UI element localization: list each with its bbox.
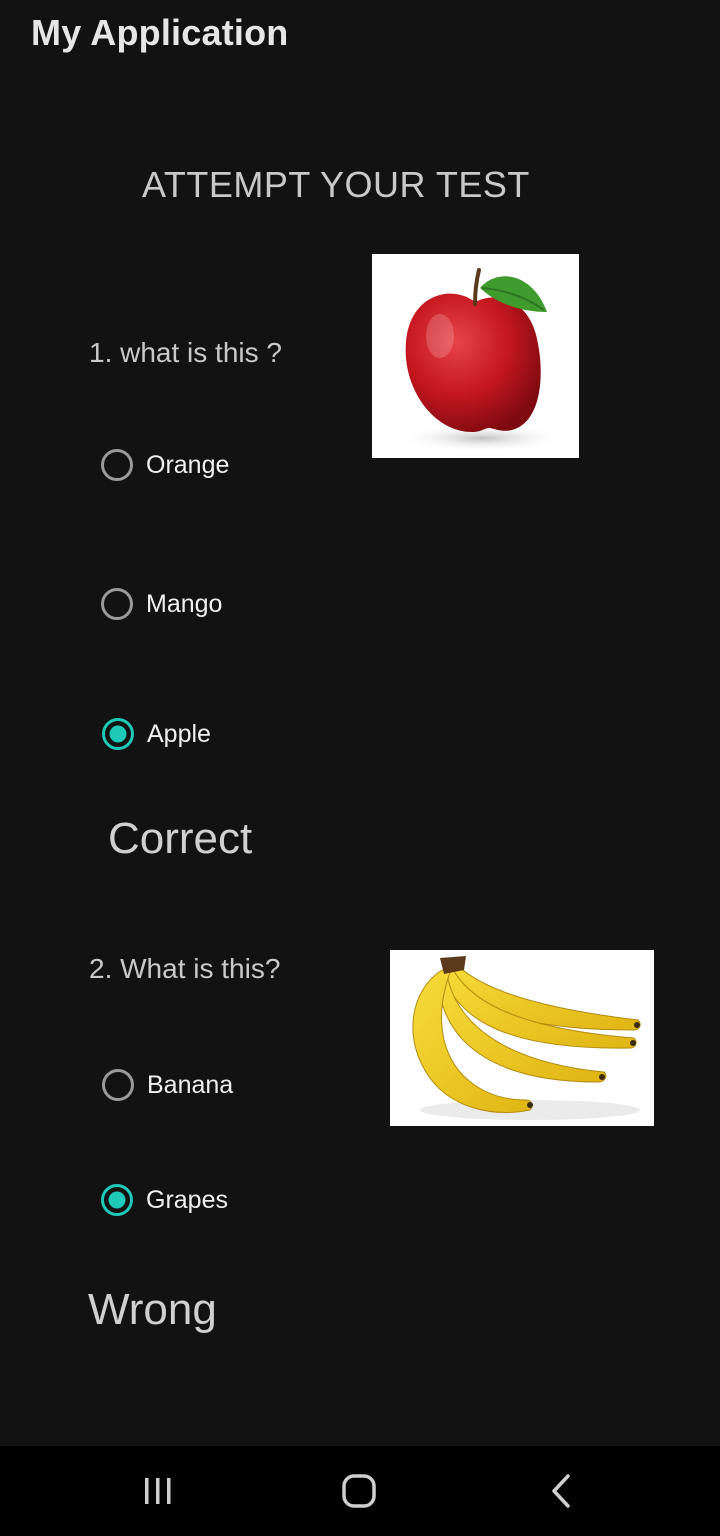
result-correct: Correct: [108, 814, 253, 863]
radio-checked-icon[interactable]: [101, 1184, 133, 1216]
navigation-bar: [0, 1446, 720, 1536]
question-2-text: 2. What is this?: [89, 953, 281, 984]
radio-unchecked-icon[interactable]: [102, 1069, 134, 1101]
app-title: My Application: [31, 12, 289, 53]
radio-unchecked-icon[interactable]: [101, 588, 133, 620]
option-label: Banana: [147, 1070, 234, 1099]
radio-checked-icon[interactable]: [102, 718, 134, 750]
option-label: Orange: [146, 450, 230, 479]
option-label: Mango: [146, 589, 223, 618]
option-orange[interactable]: Orange: [101, 443, 229, 487]
result-wrong: Wrong: [88, 1285, 217, 1334]
apple-image: [372, 254, 579, 458]
home-icon: [342, 1474, 376, 1508]
option-banana[interactable]: Banana: [102, 1063, 233, 1107]
back-button[interactable]: [531, 1466, 591, 1516]
banana-illustration: [412, 956, 641, 1120]
question-1-text: 1. what is this ?: [89, 337, 282, 368]
option-apple[interactable]: Apple: [102, 712, 211, 756]
option-label: Grapes: [146, 1185, 228, 1214]
home-button[interactable]: [329, 1466, 389, 1516]
test-heading: ATTEMPT YOUR TEST: [142, 164, 530, 205]
apple-illustration: [397, 268, 567, 452]
option-mango[interactable]: Mango: [101, 582, 222, 626]
option-grapes[interactable]: Grapes: [101, 1178, 228, 1222]
radio-unchecked-icon[interactable]: [101, 449, 133, 481]
screen: My Application ATTEMPT YOUR TEST 1. what…: [0, 0, 720, 1536]
banana-image: [390, 950, 654, 1126]
back-icon: [552, 1474, 570, 1508]
recent-apps-icon: [145, 1478, 171, 1504]
recent-apps-button[interactable]: [128, 1466, 188, 1516]
option-label: Apple: [147, 719, 211, 748]
